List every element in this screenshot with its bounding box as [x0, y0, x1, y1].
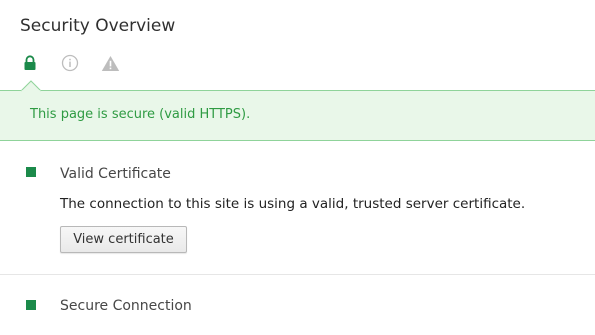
certificate-section: Valid Certificate The connection to this… — [0, 142, 595, 275]
security-filter-tabs — [0, 50, 595, 78]
view-certificate-button[interactable]: View certificate — [60, 226, 187, 253]
page-title: Security Overview — [20, 16, 176, 36]
connection-section: Secure Connection — [0, 275, 595, 335]
section-title: Secure Connection — [60, 298, 192, 314]
warning-icon[interactable] — [97, 50, 123, 76]
info-icon[interactable] — [57, 50, 83, 76]
section-title: Valid Certificate — [60, 166, 171, 182]
secure-status-indicator — [26, 167, 36, 177]
security-summary-text: This page is secure (valid HTTPS). — [30, 107, 251, 122]
lock-icon[interactable] — [17, 50, 43, 76]
section-description: The connection to this site is using a v… — [60, 196, 526, 212]
security-panel: Security Overview This page is secure (v… — [0, 0, 595, 335]
secure-status-indicator — [26, 300, 36, 310]
security-summary-banner: This page is secure (valid HTTPS). — [0, 90, 595, 141]
